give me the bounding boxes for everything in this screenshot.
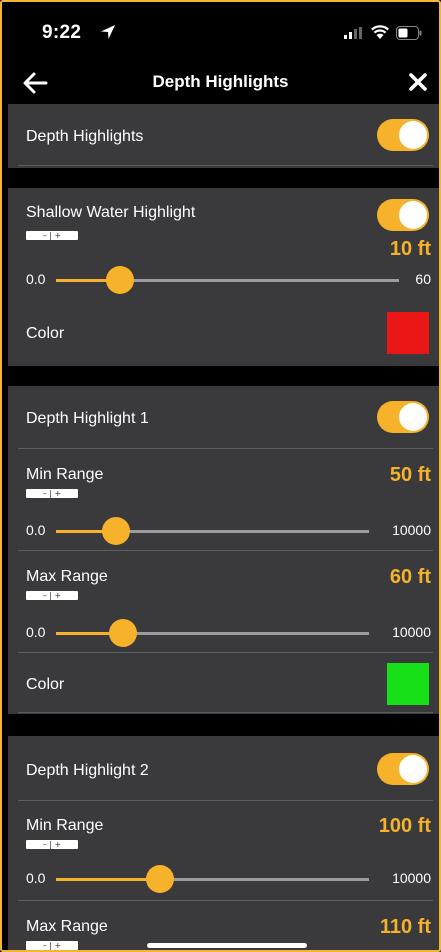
shallow-color-swatch[interactable] — [387, 312, 429, 354]
max-range-label: Max Range — [26, 568, 108, 585]
slider-max-label: 10000 — [392, 624, 431, 640]
divider — [18, 652, 433, 653]
highlight-1-color-label: Color — [26, 676, 65, 693]
slider-fill — [56, 878, 160, 881]
divider — [18, 165, 433, 166]
slider-thumb[interactable] — [109, 619, 137, 647]
max-range-stepper[interactable]: – | + — [26, 941, 78, 950]
min-range-slider[interactable]: 0.0 10000 — [8, 864, 441, 894]
slider-thumb[interactable] — [146, 865, 174, 893]
divider — [18, 712, 433, 713]
divider — [18, 800, 433, 801]
divider — [18, 550, 433, 551]
divider — [18, 900, 433, 901]
max-range-stepper[interactable]: – | + — [26, 591, 78, 600]
slider-max-label: 60 — [415, 271, 431, 287]
slider-thumb[interactable] — [106, 266, 134, 294]
wifi-icon — [371, 25, 389, 39]
location-arrow-icon — [101, 25, 115, 39]
min-range-value: 100 ft — [378, 815, 431, 837]
slider-max-label: 10000 — [392, 870, 431, 886]
page-title: Depth Highlights — [152, 72, 289, 91]
slider-min-label: 0.0 — [26, 624, 46, 640]
depth-highlight-1-label: Depth Highlight 1 — [26, 410, 149, 427]
master-toggle-switch[interactable] — [377, 119, 429, 151]
shallow-water-stepper[interactable]: – | + — [26, 231, 78, 240]
depth-highlight-1-panel: Depth Highlight 1 Min Range 50 ft – | + … — [8, 386, 441, 714]
max-range-label: Max Range — [26, 918, 108, 935]
max-range-value: 60 ft — [389, 566, 431, 588]
navigation-bar: Depth Highlights — [0, 62, 441, 104]
depth-highlight-1-toggle[interactable] — [377, 401, 429, 433]
min-range-label: Min Range — [26, 466, 104, 483]
toggle-knob — [399, 121, 427, 149]
divider — [18, 448, 433, 449]
max-range-value: 110 ft — [379, 916, 431, 938]
master-toggle-label: Depth Highlights — [26, 128, 144, 145]
depth-highlight-2-toggle[interactable] — [377, 753, 429, 785]
min-range-stepper[interactable]: – | + — [26, 489, 78, 498]
min-range-slider[interactable]: 0.0 10000 — [8, 516, 441, 546]
slider-max-label: 10000 — [392, 522, 431, 538]
shallow-water-toggle[interactable] — [377, 199, 429, 231]
slider-min-label: 0.0 — [26, 522, 46, 538]
master-toggle-panel: Depth Highlights — [8, 104, 441, 168]
shallow-water-slider[interactable]: 0.0 60 — [8, 265, 441, 295]
battery-icon — [396, 26, 422, 40]
slider-thumb[interactable] — [102, 517, 130, 545]
depth-highlight-2-panel: Depth Highlight 2 Min Range 100 ft – | +… — [8, 736, 441, 952]
shallow-water-label: Shallow Water Highlight — [26, 204, 196, 221]
slider-min-label: 0.0 — [26, 870, 46, 886]
min-range-label: Min Range — [26, 817, 104, 834]
close-icon[interactable] — [408, 72, 428, 92]
min-range-stepper[interactable]: – | + — [26, 840, 78, 849]
status-bar: 9:22 — [0, 0, 441, 62]
highlight-1-color-swatch[interactable] — [387, 663, 429, 705]
slider-min-label: 0.0 — [26, 271, 46, 287]
shallow-water-panel: Shallow Water Highlight – | + 10 ft 0.0 … — [8, 188, 441, 366]
min-range-value: 50 ft — [389, 464, 431, 486]
max-range-slider[interactable]: 0.0 10000 — [8, 618, 441, 648]
shallow-color-label: Color — [26, 325, 65, 342]
toggle-knob — [399, 201, 427, 229]
home-indicator[interactable] — [147, 943, 307, 948]
depth-highlight-2-label: Depth Highlight 2 — [26, 762, 149, 779]
status-time: 9:22 — [42, 22, 82, 43]
toggle-knob — [399, 755, 427, 783]
cellular-signal-icon — [344, 27, 362, 39]
shallow-water-value: 10 ft — [389, 238, 431, 260]
toggle-knob — [399, 403, 427, 431]
